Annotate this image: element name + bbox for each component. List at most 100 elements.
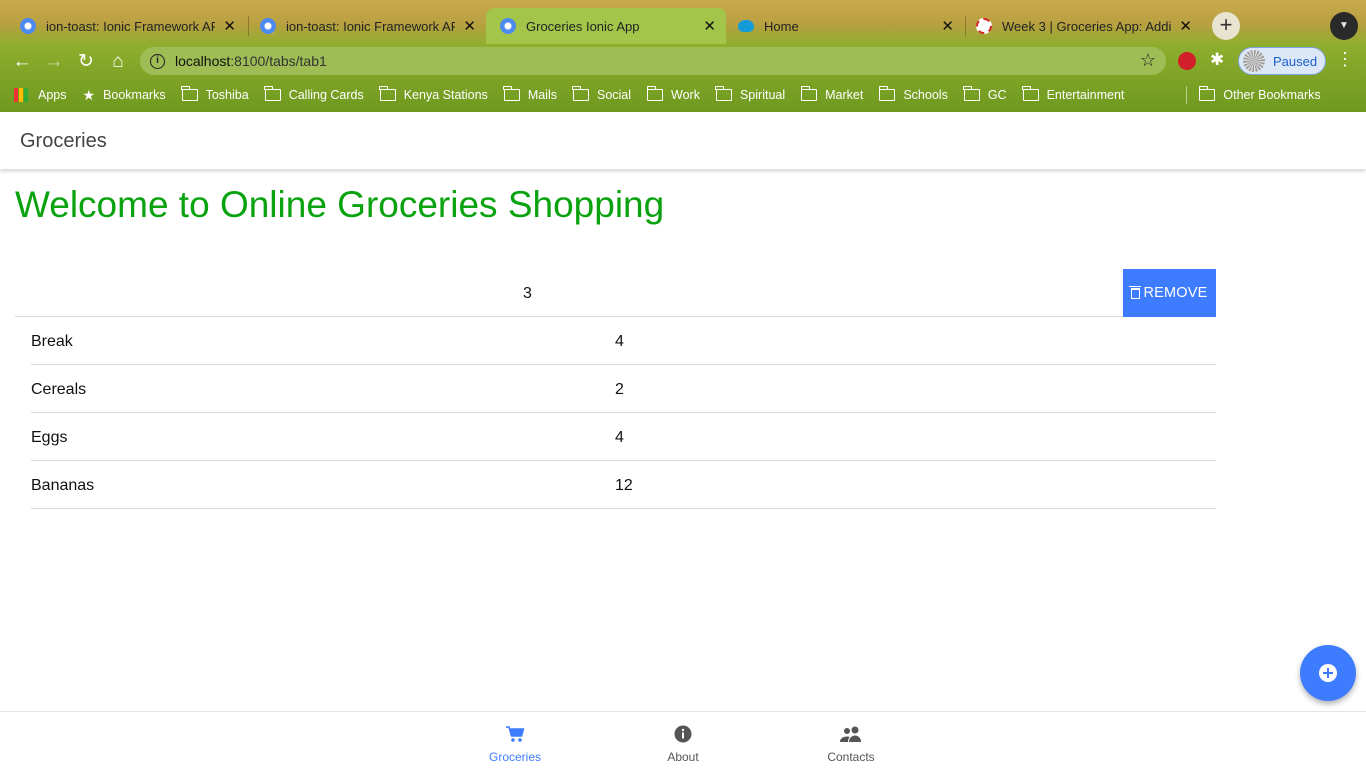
folder-icon	[878, 86, 896, 101]
close-tab-icon[interactable]: ✕	[941, 17, 954, 35]
bookmark-folder[interactable]: Work	[646, 86, 700, 102]
folder-icon	[963, 86, 980, 101]
bookmark-star-icon[interactable]: ☆	[1140, 50, 1156, 71]
salesforce-favicon-icon	[738, 20, 754, 32]
app-header: Groceries	[0, 112, 1366, 169]
info-icon	[599, 723, 767, 745]
new-tab-button[interactable]: +	[1212, 12, 1240, 40]
item-quantity: 2	[615, 381, 624, 398]
list-item-sliding[interactable]: 3 REMOVE	[15, 269, 1216, 317]
browser-menu-icon[interactable]: ⋮	[1336, 49, 1354, 70]
close-tab-icon[interactable]: ✕	[1179, 17, 1192, 35]
add-circle-icon	[1319, 664, 1337, 682]
browser-tab[interactable]: ion-toast: Ionic Framework API ✕	[246, 9, 486, 43]
url-path: :8100/tabs/tab1	[230, 53, 327, 69]
item-name: Eggs	[31, 429, 68, 446]
back-arrow-icon[interactable]: ←	[8, 48, 36, 76]
tab-strip: ion-toast: Ionic Framework API ✕ ion-toa…	[0, 0, 1366, 44]
remove-label: REMOVE	[1143, 285, 1208, 301]
extension-icon[interactable]	[1178, 52, 1196, 70]
bookmark-folder[interactable]: Schools	[878, 86, 948, 102]
ionic-favicon-icon	[260, 18, 276, 34]
bookmark-folder[interactable]: Mails	[503, 86, 557, 102]
site-info-icon[interactable]: i	[150, 53, 165, 69]
bookmark-label: Calling Cards	[288, 88, 364, 102]
item-name: Cereals	[31, 381, 87, 398]
cart-icon	[431, 723, 599, 745]
bookmark-apps[interactable]: Apps	[14, 88, 67, 102]
tab-label: About	[667, 750, 699, 764]
bookmark-label: GC	[987, 88, 1007, 102]
forward-arrow-icon[interactable]: →	[40, 48, 68, 76]
tab-search-icon[interactable]: ▼	[1330, 12, 1358, 40]
list-item[interactable]: Bananas 12	[31, 461, 1216, 509]
folder-icon	[1022, 86, 1039, 101]
tab-title: Week 3 | Groceries App: Adding	[1002, 18, 1172, 34]
folder-icon	[800, 86, 818, 101]
tab-title: Groceries Ionic App	[526, 18, 640, 34]
extensions-puzzle-icon[interactable]: ✱	[1210, 50, 1224, 70]
folder-icon	[646, 86, 664, 101]
bookmark-label: Social	[596, 88, 632, 102]
bookmark-label: Apps	[38, 88, 67, 102]
browser-tab[interactable]: ion-toast: Ionic Framework API ✕	[6, 9, 246, 43]
tab-groceries[interactable]: Groceries	[431, 712, 599, 768]
item-quantity: 4	[615, 429, 624, 446]
item-count: 3	[523, 285, 532, 302]
browser-tab[interactable]: Week 3 | Groceries App: Adding ✕	[962, 9, 1202, 43]
tab-about[interactable]: About	[599, 712, 767, 768]
list-item[interactable]: Eggs 4	[31, 413, 1216, 461]
bookmark-folder[interactable]: Kenya Stations	[379, 86, 488, 102]
tab-title: ion-toast: Ionic Framework API	[286, 18, 456, 34]
list-item[interactable]: Cereals 2	[31, 365, 1216, 413]
bookmark-folder[interactable]: Social	[572, 86, 632, 102]
bookmark-label: Toshiba	[205, 88, 249, 102]
browser-tab-active[interactable]: Groceries Ionic App ✕	[486, 8, 726, 44]
url-host: localhost	[175, 53, 231, 69]
close-tab-icon[interactable]: ✕	[223, 17, 236, 35]
bottom-tab-bar: Groceries About Contacts	[0, 711, 1366, 768]
reload-icon[interactable]: ↻	[72, 48, 100, 76]
ionic-favicon-icon	[20, 18, 36, 34]
folder-icon	[1198, 86, 1216, 101]
welcome-heading: Welcome to Online Groceries Shopping	[15, 184, 665, 225]
address-bar[interactable]: i localhost:8100/tabs/tab1 ☆	[140, 47, 1166, 75]
bookmark-folder[interactable]: Calling Cards	[264, 86, 364, 102]
bookmark-label: Work	[671, 88, 700, 102]
bookmarks-divider	[1186, 86, 1188, 104]
remove-button[interactable]: REMOVE	[1123, 269, 1216, 317]
bookmark-folder[interactable]: Spiritual	[715, 86, 785, 102]
add-item-fab-button[interactable]	[1300, 645, 1356, 701]
folder-icon	[715, 86, 732, 101]
item-name: Break	[31, 333, 73, 350]
folder-icon	[264, 86, 281, 101]
folder-icon	[503, 86, 520, 101]
apps-grid-icon	[14, 88, 28, 102]
folder-icon	[181, 86, 198, 101]
item-name: Bananas	[31, 477, 95, 494]
item-quantity: 12	[615, 477, 633, 494]
profile-button[interactable]: Paused	[1238, 47, 1326, 75]
folder-icon	[379, 86, 396, 101]
profile-status: Paused	[1273, 53, 1318, 69]
tab-contacts[interactable]: Contacts	[767, 712, 935, 768]
bookmark-folder[interactable]: Market	[800, 86, 863, 102]
bookmark-folder[interactable]: GC	[963, 86, 1007, 102]
browser-tab[interactable]: Home ✕	[724, 9, 964, 43]
ionic-favicon-icon	[500, 18, 516, 34]
bookmarks-bar: Apps ★ Bookmarks Toshiba Calling Cards K…	[0, 83, 1366, 107]
avatar	[1243, 50, 1265, 72]
browser-toolbar: ← → ↻ ⌂ i localhost:8100/tabs/tab1 ☆ ✱ P…	[0, 44, 1366, 78]
item-quantity: 4	[615, 333, 624, 350]
bookmark-folder[interactable]: Toshiba	[181, 86, 249, 102]
list-item[interactable]: Break 4	[31, 317, 1216, 365]
bookmark-folder[interactable]: Entertainment	[1022, 86, 1124, 102]
close-tab-icon[interactable]: ✕	[703, 17, 716, 35]
groceries-list: 3 REMOVE Break 4 Cereals 2 Eggs 4 Banana…	[15, 269, 1216, 509]
home-icon[interactable]: ⌂	[104, 48, 132, 76]
other-bookmarks[interactable]: Other Bookmarks	[1198, 86, 1321, 102]
star-icon: ★	[82, 86, 96, 103]
course-favicon-icon	[976, 18, 992, 34]
bookmark-bookmarks[interactable]: ★ Bookmarks	[83, 87, 166, 104]
close-tab-icon[interactable]: ✕	[463, 17, 476, 35]
